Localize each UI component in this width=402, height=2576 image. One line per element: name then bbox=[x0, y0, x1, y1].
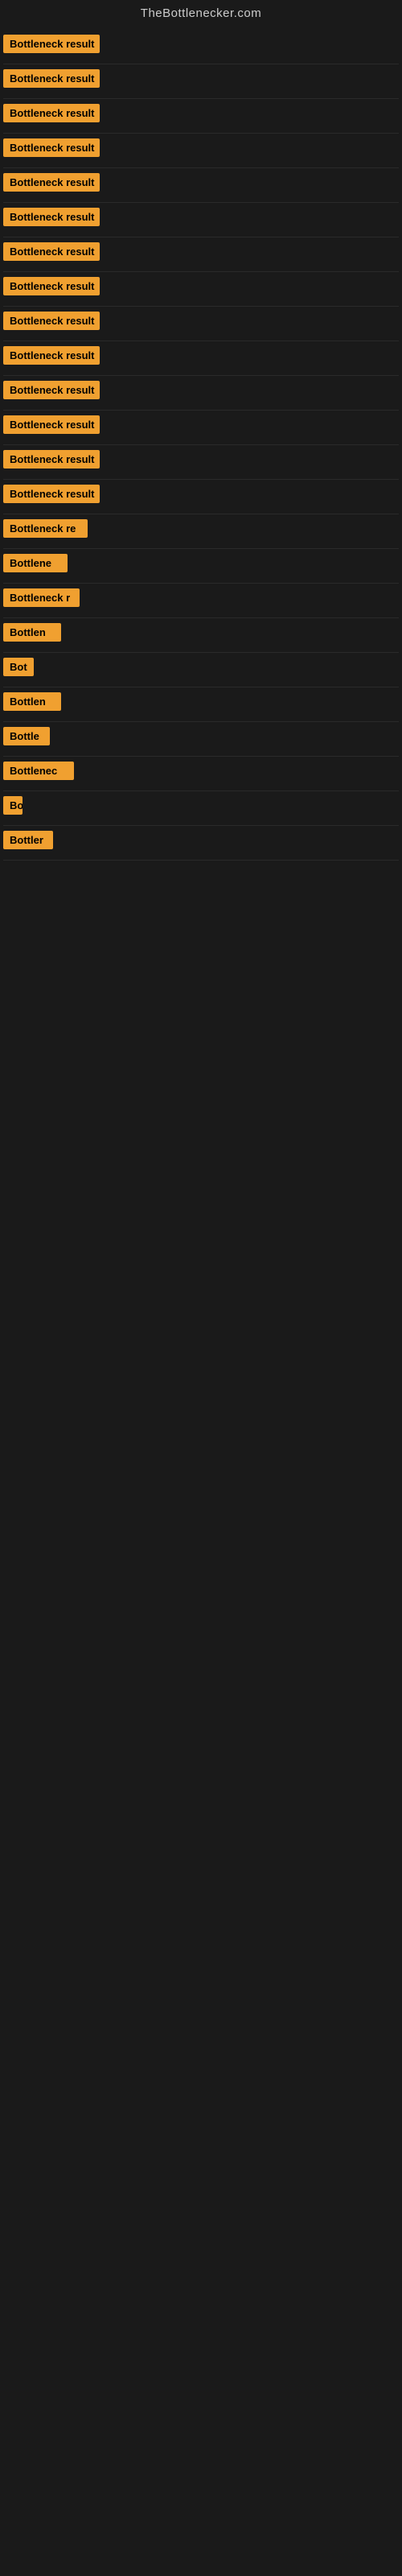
items-container: Bottleneck result Bottleneck result Bottle… bbox=[0, 30, 402, 861]
list-item: Bottleneck result bbox=[3, 237, 399, 272]
list-item: Bottleneck result bbox=[3, 203, 399, 237]
list-item: Bottleneck result bbox=[3, 411, 399, 445]
bottleneck-result-badge[interactable]: Bottleneck result bbox=[3, 415, 100, 434]
list-item: Bottlene bbox=[3, 549, 399, 584]
bottleneck-result-badge[interactable]: Bottleneck result bbox=[3, 242, 100, 261]
bottleneck-result-badge[interactable]: Bottleneck result bbox=[3, 450, 100, 469]
bottleneck-result-badge[interactable]: Bo bbox=[3, 796, 23, 815]
list-item: Bottlenec bbox=[3, 757, 399, 791]
bottleneck-result-badge[interactable]: Bottleneck result bbox=[3, 104, 100, 122]
list-item: Bottleneck result bbox=[3, 376, 399, 411]
bottleneck-result-badge[interactable]: Bottleneck result bbox=[3, 69, 100, 88]
list-item: Bottleneck result bbox=[3, 307, 399, 341]
bottleneck-result-badge[interactable]: Bottleneck result bbox=[3, 312, 100, 330]
list-item: Bottleneck result bbox=[3, 480, 399, 514]
bottleneck-result-badge[interactable]: Bottle bbox=[3, 727, 50, 745]
site-header: TheBottlenecker.com bbox=[0, 0, 402, 30]
list-item: Bottleneck result bbox=[3, 341, 399, 376]
bottleneck-result-badge[interactable]: Bottleneck re bbox=[3, 519, 88, 538]
bottleneck-result-badge[interactable]: Bottleneck result bbox=[3, 346, 100, 365]
list-item: Bottleneck result bbox=[3, 134, 399, 168]
bottleneck-result-badge[interactable]: Bottleneck result bbox=[3, 208, 100, 226]
bottleneck-result-badge[interactable]: Bottleneck result bbox=[3, 381, 100, 399]
list-item: Bottleneck result bbox=[3, 445, 399, 480]
bottleneck-result-badge[interactable]: Bottleneck result bbox=[3, 173, 100, 192]
list-item: Bottleneck result bbox=[3, 99, 399, 134]
list-item: Bottler bbox=[3, 826, 399, 861]
list-item: Bot bbox=[3, 653, 399, 687]
bottleneck-result-badge[interactable]: Bottlene bbox=[3, 554, 68, 572]
bottleneck-result-badge[interactable]: Bottlen bbox=[3, 692, 61, 711]
bottleneck-result-badge[interactable]: Bot bbox=[3, 658, 34, 676]
bottleneck-result-badge[interactable]: Bottler bbox=[3, 831, 53, 849]
bottleneck-result-badge[interactable]: Bottleneck r bbox=[3, 588, 80, 607]
bottleneck-result-badge[interactable]: Bottleneck result bbox=[3, 138, 100, 157]
site-title: TheBottlenecker.com bbox=[141, 6, 261, 20]
list-item: Bottleneck result bbox=[3, 30, 399, 64]
bottleneck-result-badge[interactable]: Bottlen bbox=[3, 623, 61, 642]
list-item: Bottleneck result bbox=[3, 64, 399, 99]
list-item: Bottleneck result bbox=[3, 168, 399, 203]
bottleneck-result-badge[interactable]: Bottleneck result bbox=[3, 485, 100, 503]
bottleneck-result-badge[interactable]: Bottleneck result bbox=[3, 35, 100, 53]
list-item: Bottlen bbox=[3, 687, 399, 722]
list-item: Bo bbox=[3, 791, 399, 826]
list-item: Bottle bbox=[3, 722, 399, 757]
list-item: Bottleneck re bbox=[3, 514, 399, 549]
bottleneck-result-badge[interactable]: Bottleneck result bbox=[3, 277, 100, 295]
list-item: Bottleneck result bbox=[3, 272, 399, 307]
list-item: Bottlen bbox=[3, 618, 399, 653]
list-item: Bottleneck r bbox=[3, 584, 399, 618]
bottleneck-result-badge[interactable]: Bottlenec bbox=[3, 762, 74, 780]
